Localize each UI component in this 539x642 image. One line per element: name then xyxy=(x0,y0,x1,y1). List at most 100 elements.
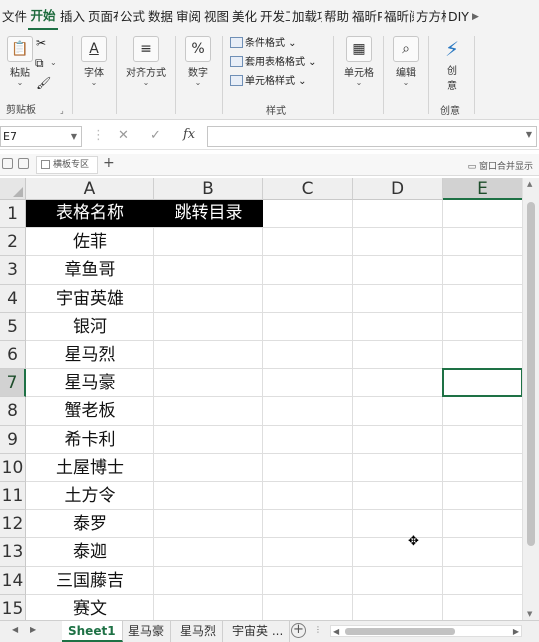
table-format-button[interactable]: 套用表格格式 ⌄ xyxy=(230,55,317,71)
row-header-12[interactable]: 12 xyxy=(0,510,26,539)
cell-a3[interactable]: 章鱼哥 xyxy=(26,256,154,284)
row-header-3[interactable]: 3 xyxy=(0,256,26,285)
cell-a1[interactable]: 表格名称 xyxy=(26,200,154,228)
ribbon-tab-15[interactable]: DIY xyxy=(446,0,470,30)
ribbon-tab-2[interactable]: 插入 xyxy=(58,0,86,30)
cell-a7[interactable]: 星马豪 xyxy=(26,369,154,397)
ribbon-tab-6[interactable]: 审阅 xyxy=(174,0,202,30)
column-header-e[interactable]: E xyxy=(443,178,522,200)
cell-a2[interactable]: 佐菲 xyxy=(26,228,154,256)
ribbon-tab-8[interactable]: 美化 xyxy=(230,0,258,30)
row-header-15[interactable]: 15 xyxy=(0,594,26,620)
sheet-tab-2[interactable]: 星马烈 xyxy=(174,621,224,642)
ribbon-tab-14[interactable]: 方方格 xyxy=(414,0,446,30)
column-header-d[interactable]: D xyxy=(353,178,443,200)
ribbon-tab-0[interactable]: 文件 xyxy=(0,0,28,30)
cell-a10[interactable]: 土屋博士 xyxy=(26,454,154,482)
editing-button[interactable]: ⌕ 编辑 ⌄ xyxy=(386,36,426,87)
new-workbook-tab-button[interactable]: + xyxy=(103,155,115,171)
horizontal-scroll-thumb[interactable] xyxy=(345,628,455,635)
cut-icon[interactable]: ✂ xyxy=(36,36,46,50)
conditional-format-button[interactable]: 条件格式 ⌄ xyxy=(230,36,297,52)
cell-a4[interactable]: 宇宙英雄 xyxy=(26,285,154,313)
number-button[interactable]: % 数字 ⌄ xyxy=(178,36,218,87)
workbook-tab[interactable]: 横板专区 xyxy=(36,156,98,174)
cell-a13[interactable]: 泰迦 xyxy=(26,538,154,566)
selected-cell-outline[interactable] xyxy=(442,368,522,398)
cell-a8[interactable]: 蟹老板 xyxy=(26,397,154,425)
sheet-tab-0[interactable]: Sheet1 xyxy=(62,621,123,642)
alignment-button[interactable]: ≡ 对齐方式 ⌄ xyxy=(120,36,172,87)
font-button[interactable]: A 字体 ⌄ xyxy=(74,36,114,87)
home-icon xyxy=(41,160,50,169)
cells-button[interactable]: ▦ 单元格 ⌄ xyxy=(337,36,381,87)
ribbon-tab-13[interactable]: 福昕阅 xyxy=(382,0,414,30)
sheet-menu-icon[interactable]: ⋮ xyxy=(314,625,322,634)
ribbon-tab-10[interactable]: 加载项 xyxy=(290,0,322,30)
format-painter-icon[interactable]: 🖌 xyxy=(36,76,51,90)
formula-input[interactable]: ▼ xyxy=(207,126,537,147)
row-header-1[interactable]: 1 xyxy=(0,200,26,229)
cell-a9[interactable]: 希卡利 xyxy=(26,426,154,454)
sheet-tab-3[interactable]: 宇宙英 ... xyxy=(226,621,291,642)
copy-icon[interactable]: ⧉ xyxy=(35,56,44,71)
select-all-button[interactable] xyxy=(0,178,26,200)
row-header-5[interactable]: 5 xyxy=(0,312,26,341)
cell-a6[interactable]: 星马烈 xyxy=(26,341,154,369)
row-header-6[interactable]: 6 xyxy=(0,341,26,370)
spreadsheet-grid[interactable]: A B C D E 1 2 3 4 5 6 7 8 9 10 11 12 13 14 15 表格名称 跳转目录 佐菲 章鱼哥宇… xyxy=(0,178,522,620)
chevron-down-icon: ▼ xyxy=(525,130,532,139)
row-header-10[interactable]: 10 xyxy=(0,453,26,482)
row-header-13[interactable]: 13 xyxy=(0,538,26,567)
column-header-a[interactable]: A xyxy=(26,178,154,200)
scroll-down-icon[interactable]: ▼ xyxy=(527,610,532,618)
ribbon-tab-3[interactable]: 页面布 xyxy=(86,0,118,30)
vertical-scroll-thumb[interactable] xyxy=(527,202,535,546)
column-header-b[interactable]: B xyxy=(154,178,263,200)
ribbon-tab-11[interactable]: 帮助 xyxy=(322,0,350,30)
ribbon-tab-7[interactable]: 视图 xyxy=(202,0,230,30)
cell-a11[interactable]: 土方令 xyxy=(26,482,154,510)
lightning-icon: ⚡ xyxy=(444,37,460,61)
merge-window-button[interactable]: ▭ 窗口合并显示 xyxy=(468,159,533,172)
dialog-launcher-icon[interactable]: ⌟ xyxy=(60,106,64,115)
row-header-4[interactable]: 4 xyxy=(0,284,26,313)
row-header-11[interactable]: 11 xyxy=(0,482,26,511)
sheet-tab-1[interactable]: 星马豪 xyxy=(122,621,172,642)
ribbon-tab-12[interactable]: 福昕P xyxy=(350,0,382,30)
insert-function-icon[interactable]: fx xyxy=(183,127,195,142)
folder-icon[interactable] xyxy=(18,158,29,169)
prev-sheet-icon[interactable]: ◀ xyxy=(12,625,18,634)
cell-a14[interactable]: 三国藤吉 xyxy=(26,567,154,595)
row-header-7[interactable]: 7 xyxy=(0,369,26,398)
cell-a5[interactable]: 银河 xyxy=(26,313,154,341)
file-icon[interactable] xyxy=(2,158,13,169)
vertical-scrollbar[interactable]: ▲ ▼ xyxy=(522,178,539,620)
cell-style-button[interactable]: 单元格样式 ⌄ xyxy=(230,74,307,90)
cell-b1[interactable]: 跳转目录 xyxy=(154,200,263,228)
column-header-c[interactable]: C xyxy=(263,178,353,200)
ribbon-tab-1[interactable]: 开始 xyxy=(28,0,58,30)
cancel-icon[interactable]: ✕ xyxy=(118,128,129,143)
scroll-left-icon[interactable]: ◀ xyxy=(333,627,339,636)
row-header-2[interactable]: 2 xyxy=(0,228,26,257)
more-tabs-icon[interactable]: ▶ xyxy=(470,0,484,30)
creative-button[interactable]: ⚡ 创 意 xyxy=(432,36,472,92)
scroll-right-icon[interactable]: ▶ xyxy=(513,627,519,636)
scroll-up-icon[interactable]: ▲ xyxy=(527,180,532,188)
ribbon-tab-9[interactable]: 开发工 xyxy=(258,0,290,30)
cell-a12[interactable]: 泰罗 xyxy=(26,510,154,538)
ribbon-tab-5[interactable]: 数据 xyxy=(146,0,174,30)
add-sheet-button[interactable]: + xyxy=(291,623,306,638)
chevron-down-icon[interactable]: ⌄ xyxy=(50,58,57,67)
row-header-8[interactable]: 8 xyxy=(0,397,26,426)
ribbon-tab-4[interactable]: 公式 xyxy=(118,0,146,30)
row-header-14[interactable]: 14 xyxy=(0,566,26,595)
next-sheet-icon[interactable]: ▶ xyxy=(30,625,36,634)
row-header-9[interactable]: 9 xyxy=(0,425,26,454)
horizontal-scrollbar[interactable]: ◀ ▶ xyxy=(330,625,522,637)
paste-button[interactable]: 📋 粘贴 ⌄ xyxy=(0,36,40,87)
cell-a15[interactable]: 赛文 xyxy=(26,595,154,620)
name-box[interactable]: E7 ▼ xyxy=(0,126,82,147)
confirm-icon[interactable]: ✓ xyxy=(150,128,161,143)
